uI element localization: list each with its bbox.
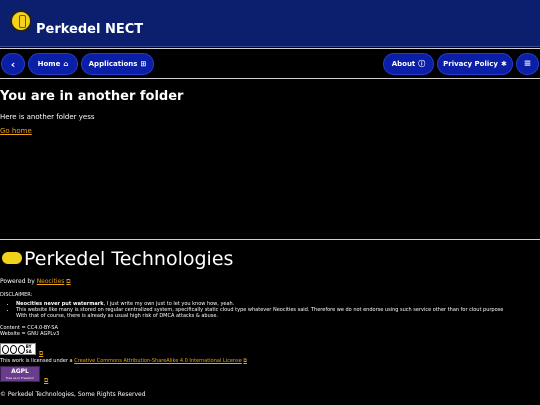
info-icon: ⓘ <box>418 60 426 68</box>
external-link-icon[interactable]: ⧉ <box>44 377 48 384</box>
asterisk-icon: ✱ <box>501 60 507 68</box>
agpl-badge-text: AGPL <box>11 368 29 375</box>
perkedel-logo-icon <box>2 252 22 264</box>
license-line: This work is licensed under a Creative C… <box>0 358 247 365</box>
agpl-badge[interactable]: AGPL Free as in Freedom <box>0 366 40 382</box>
website-license: Website = GNU AGPLv3 <box>0 331 60 337</box>
cc-badge-text: BY SA <box>25 344 32 354</box>
menu-icon: ≡ <box>523 59 532 69</box>
grid-icon: ⊞ <box>140 60 147 68</box>
disclaimer-2-line2: With that of course, there is already as… <box>16 313 219 319</box>
nav-about-label: About <box>391 60 416 68</box>
page-text: Here is another folder yess <box>0 113 95 121</box>
menu-button[interactable]: ≡ <box>516 53 539 75</box>
site-header: Perkedel NECT <box>0 0 540 47</box>
agpl-badge-sub: Free as in Freedom <box>5 376 35 380</box>
external-link-icon[interactable]: ⧉ <box>39 350 43 357</box>
go-home-link[interactable]: Go home <box>0 127 32 135</box>
footer-divider <box>0 239 540 240</box>
cc-icon <box>2 344 9 354</box>
back-button[interactable]: ‹ <box>1 53 25 75</box>
page-heading: You are in another folder <box>0 89 184 104</box>
neocities-link[interactable]: Neocities <box>37 278 65 285</box>
cc-license-link[interactable]: Creative Commons Attribution-ShareAlike … <box>74 358 242 364</box>
site-title[interactable]: Perkedel NECT <box>36 22 143 37</box>
license-prefix: This work is licensed under a <box>0 358 75 364</box>
header-divider <box>0 48 540 49</box>
nav-applications-label: Applications <box>88 60 138 68</box>
list-item: This website like many is stored on regu… <box>16 307 521 319</box>
nav-about-button[interactable]: About ⓘ <box>383 53 434 75</box>
external-link-icon: ⧉ <box>243 358 247 364</box>
nav-privacy-label: Privacy Policy <box>443 60 498 68</box>
nav-divider <box>0 78 540 79</box>
cc-by-sa-badge[interactable]: BY SA <box>0 343 36 355</box>
external-link-icon: ⧉ <box>66 278 71 285</box>
home-icon: ⌂ <box>63 60 69 68</box>
powered-by-prefix: Powered by <box>0 278 37 285</box>
perkedel-logo-icon[interactable] <box>10 10 32 32</box>
powered-by: Powered by Neocities ⧉ <box>0 278 71 285</box>
sa-icon <box>17 344 25 354</box>
footer-title: Perkedel Technologies <box>24 248 234 270</box>
disclaimer-list: Neocities never put watermark, I just wr… <box>8 301 521 319</box>
by-icon <box>9 344 17 354</box>
navbar: ‹ Home ⌂ Applications ⊞ About ⓘ Privacy … <box>0 52 540 76</box>
nav-home-label: Home <box>37 60 61 68</box>
chevron-left-icon: ‹ <box>10 57 16 71</box>
nav-privacy-button[interactable]: Privacy Policy ✱ <box>437 53 513 75</box>
nav-applications-button[interactable]: Applications ⊞ <box>81 53 154 75</box>
nav-home-button[interactable]: Home ⌂ <box>28 53 78 75</box>
copyright: © Perkedel Technologies, Some Rights Res… <box>0 391 146 398</box>
disclaimer-label: DISCLAIMER: <box>0 292 33 298</box>
